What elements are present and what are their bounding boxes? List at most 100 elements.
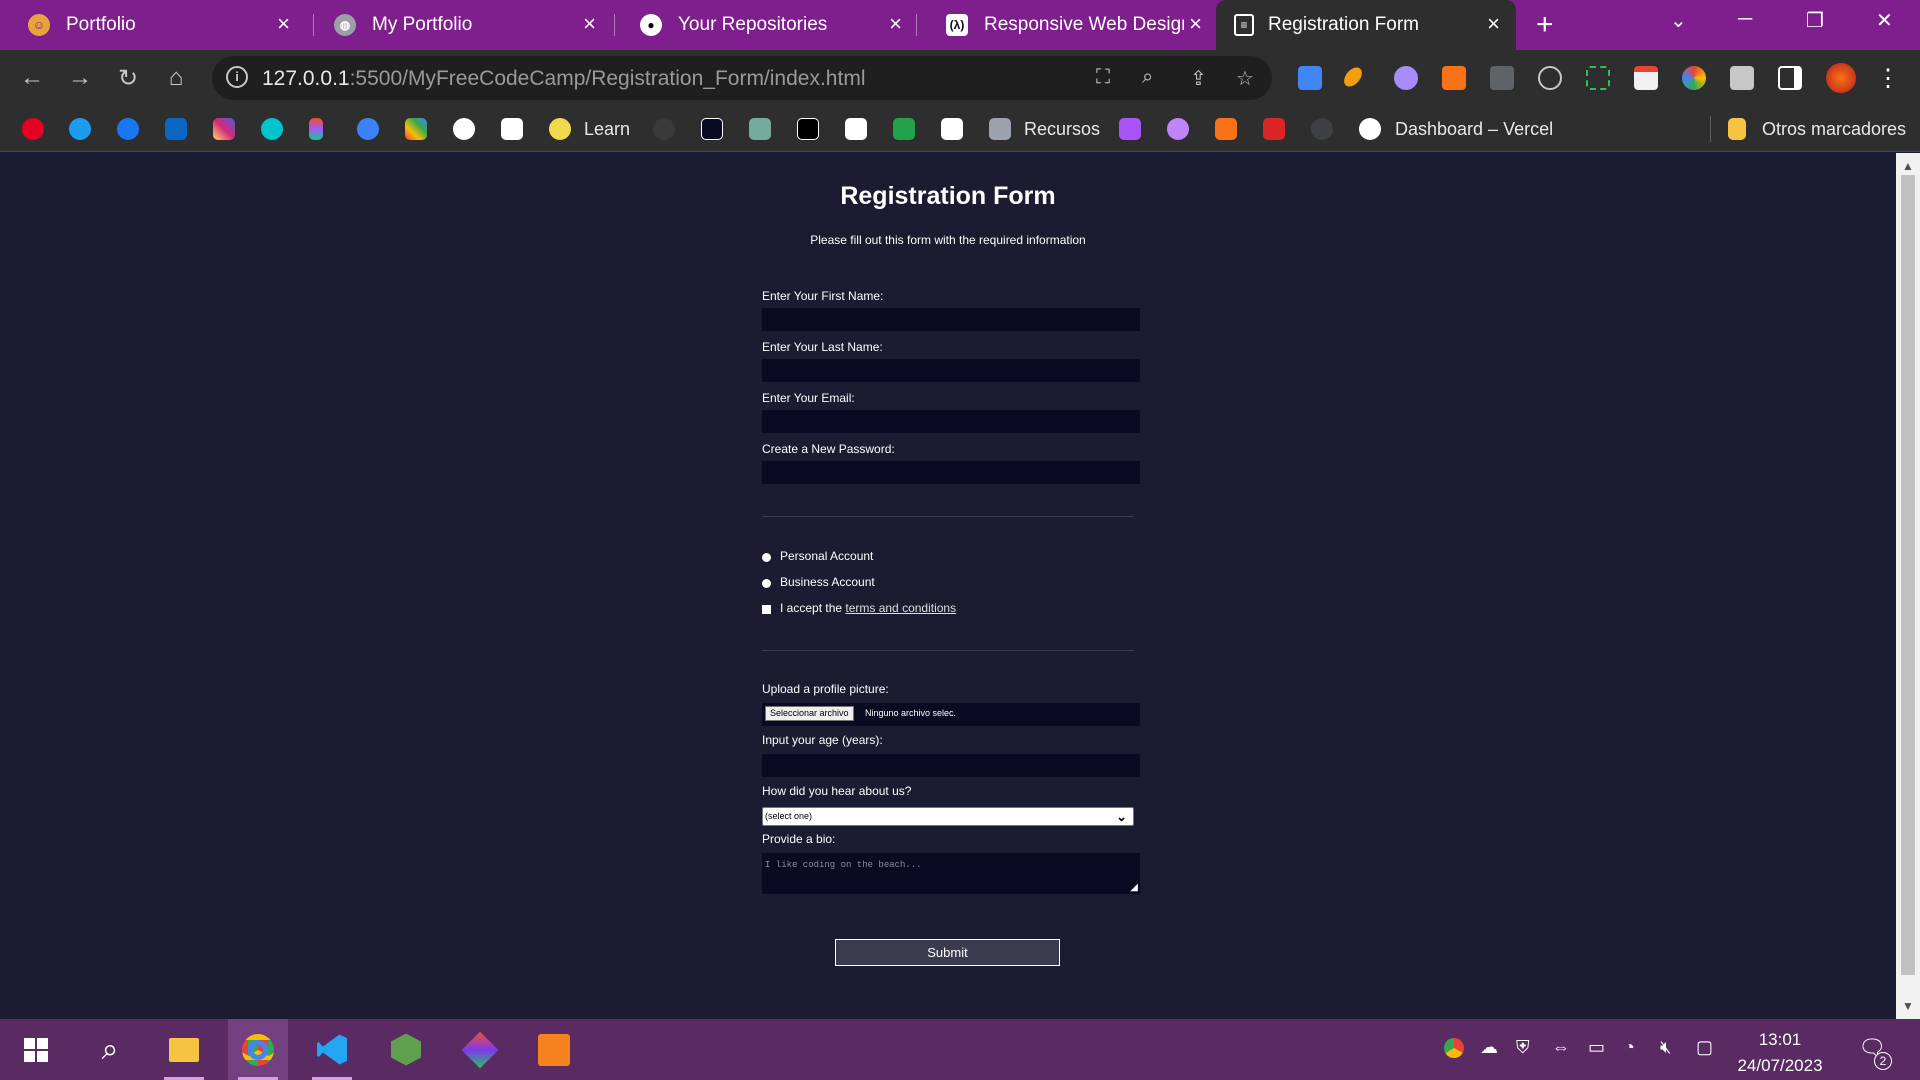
pdf-app-icon[interactable] xyxy=(524,1019,584,1080)
close-window-button[interactable]: ✕ xyxy=(1876,8,1893,33)
screenshot-extension-icon[interactable] xyxy=(1586,66,1610,90)
react-devtools-icon[interactable] xyxy=(1538,66,1562,90)
system-clock[interactable]: 13:01 24/07/2023 xyxy=(1730,1027,1830,1079)
reload-icon[interactable]: ↻ xyxy=(112,62,144,94)
zoom-icon[interactable]: ⌕ xyxy=(1142,66,1153,89)
unsplash-icon[interactable] xyxy=(501,118,523,140)
file-explorer-icon[interactable] xyxy=(154,1019,214,1080)
refresh-app-icon[interactable] xyxy=(453,118,475,140)
color-picker-extension-icon[interactable] xyxy=(1682,66,1706,90)
pinterest-icon[interactable] xyxy=(22,118,44,140)
dark-app-icon[interactable] xyxy=(1311,118,1333,140)
tab-responsive-web-design[interactable]: (λ) Responsive Web Design C × xyxy=(918,0,1218,50)
nodejs-icon[interactable] xyxy=(376,1019,436,1080)
scroll-up-arrow-icon[interactable]: ▲ xyxy=(1902,159,1914,173)
terms-label[interactable]: I accept the terms and conditions xyxy=(780,601,956,615)
extensions-puzzle-icon[interactable] xyxy=(1730,66,1754,90)
bookmark-app-icon[interactable] xyxy=(357,118,379,140)
calendar-extension-icon[interactable] xyxy=(1634,66,1658,90)
profile-avatar[interactable] xyxy=(1826,63,1856,93)
vscode-icon[interactable] xyxy=(302,1019,362,1080)
personal-account-radio[interactable] xyxy=(762,553,771,562)
instagram-icon[interactable] xyxy=(213,118,235,140)
volume-muted-icon[interactable]: 🔇︎ xyxy=(1660,1037,1671,1058)
linkedin-icon[interactable] xyxy=(165,118,187,140)
minimize-button[interactable]: ─ xyxy=(1738,8,1752,31)
search-icon[interactable]: ⌕ xyxy=(80,1019,140,1080)
tab-your-repositories[interactable]: ● Your Repositories × xyxy=(612,0,918,50)
bookmark-star-icon[interactable]: ☆ xyxy=(1236,66,1254,91)
w-app-icon[interactable] xyxy=(893,118,915,140)
translate-icon[interactable]: ⛶ xyxy=(1096,66,1110,89)
tools-icon[interactable] xyxy=(989,118,1011,140)
resize-grip-icon[interactable]: ◢ xyxy=(1130,882,1138,893)
security-shield-icon[interactable]: ⛨ xyxy=(1516,1037,1530,1058)
battery-icon[interactable]: ▭ xyxy=(1588,1037,1605,1058)
chatgpt-icon[interactable] xyxy=(749,118,771,140)
site-info-icon[interactable]: i xyxy=(226,66,248,88)
purple-extension-icon[interactable] xyxy=(1394,66,1418,90)
side-panel-icon[interactable] xyxy=(1778,66,1802,90)
close-icon[interactable]: × xyxy=(889,12,902,36)
orange-app-icon[interactable] xyxy=(1215,118,1237,140)
teamviewer-icon[interactable]: ⇔ xyxy=(1552,1037,1570,1058)
wifi-icon[interactable]: ◔ xyxy=(1624,1037,1635,1058)
restore-button[interactable]: ❐ xyxy=(1806,8,1824,33)
red-m-icon[interactable] xyxy=(1263,118,1285,140)
javascript-icon[interactable] xyxy=(549,118,571,140)
home-icon[interactable]: ⌂ xyxy=(160,62,192,94)
canva-icon[interactable] xyxy=(261,118,283,140)
tab-my-portfolio[interactable]: ◍ My Portfolio × xyxy=(306,0,612,50)
forward-arrow-icon[interactable]: → xyxy=(64,62,96,94)
chrome-icon[interactable] xyxy=(228,1019,288,1080)
terms-checkbox[interactable] xyxy=(762,605,771,614)
bookmark-other-folder[interactable]: Otros marcadores xyxy=(1762,119,1906,140)
kebab-menu-icon[interactable]: ⋮ xyxy=(1872,62,1904,94)
close-icon[interactable]: × xyxy=(583,12,596,36)
chrome-tray-icon[interactable] xyxy=(1444,1038,1464,1058)
windows-start-icon[interactable] xyxy=(6,1019,66,1080)
tab-portfolio[interactable]: ☺ Portfolio × xyxy=(0,0,306,50)
pink-app-icon[interactable] xyxy=(1167,118,1189,140)
bookmark-recursos[interactable]: Recursos xyxy=(1024,119,1100,140)
back-arrow-icon[interactable]: ← xyxy=(16,62,48,94)
first-name-input[interactable] xyxy=(762,308,1140,331)
s-extension-icon[interactable] xyxy=(1490,66,1514,90)
business-account-radio[interactable] xyxy=(762,579,771,588)
referrer-select[interactable]: (select one) ⌄ xyxy=(762,807,1134,826)
terms-link[interactable]: terms and conditions xyxy=(845,601,956,615)
rocket-extension-icon[interactable] xyxy=(1442,66,1466,90)
business-account-label[interactable]: Business Account xyxy=(780,575,875,589)
vercel-icon[interactable] xyxy=(1359,118,1381,140)
meet-now-icon[interactable]: ▢ xyxy=(1696,1037,1713,1058)
bookmark-learn[interactable]: Learn xyxy=(584,119,630,140)
scroll-down-arrow-icon[interactable]: ▼ xyxy=(1902,999,1914,1013)
tab-registration-form[interactable]: ≡ Registration Form × xyxy=(1216,0,1516,50)
submit-button[interactable]: Submit xyxy=(835,939,1060,966)
address-bar[interactable]: i 127.0.0.1:5500/MyFreeCodeCamp/Registra… xyxy=(212,56,1272,100)
last-name-input[interactable] xyxy=(762,359,1140,382)
personal-account-label[interactable]: Personal Account xyxy=(780,549,873,563)
w3schools-icon[interactable] xyxy=(941,118,963,140)
facebook-icon[interactable] xyxy=(117,118,139,140)
new-tab-button[interactable]: + xyxy=(1536,8,1554,42)
share-icon[interactable]: ⇪ xyxy=(1190,66,1207,91)
close-icon[interactable]: × xyxy=(277,12,290,36)
github-bookmark-icon[interactable] xyxy=(653,118,675,140)
cloud-icon[interactable]: ☁ xyxy=(1480,1037,1498,1058)
character-app-icon[interactable] xyxy=(1119,118,1141,140)
close-icon[interactable]: × xyxy=(1487,12,1500,36)
choose-file-button[interactable]: Seleccionar archivo xyxy=(765,706,854,721)
twitter-icon[interactable] xyxy=(69,118,91,140)
git-app-icon[interactable] xyxy=(450,1019,510,1080)
freecodecamp-bookmark-icon[interactable] xyxy=(701,118,723,140)
page-scrollbar[interactable]: ▲ ▼ xyxy=(1896,153,1920,1019)
email-input[interactable] xyxy=(762,410,1140,433)
age-input[interactable] xyxy=(762,754,1140,777)
bio-textarea[interactable]: I like coding on the beach... ◢ xyxy=(762,853,1140,894)
figma-icon[interactable] xyxy=(309,118,323,140)
colorful-app-icon[interactable] xyxy=(405,118,427,140)
scrollbar-thumb[interactable] xyxy=(1901,175,1915,975)
password-input[interactable] xyxy=(762,461,1140,484)
tab-search-chevron-icon[interactable]: ⌄ xyxy=(1670,8,1687,33)
